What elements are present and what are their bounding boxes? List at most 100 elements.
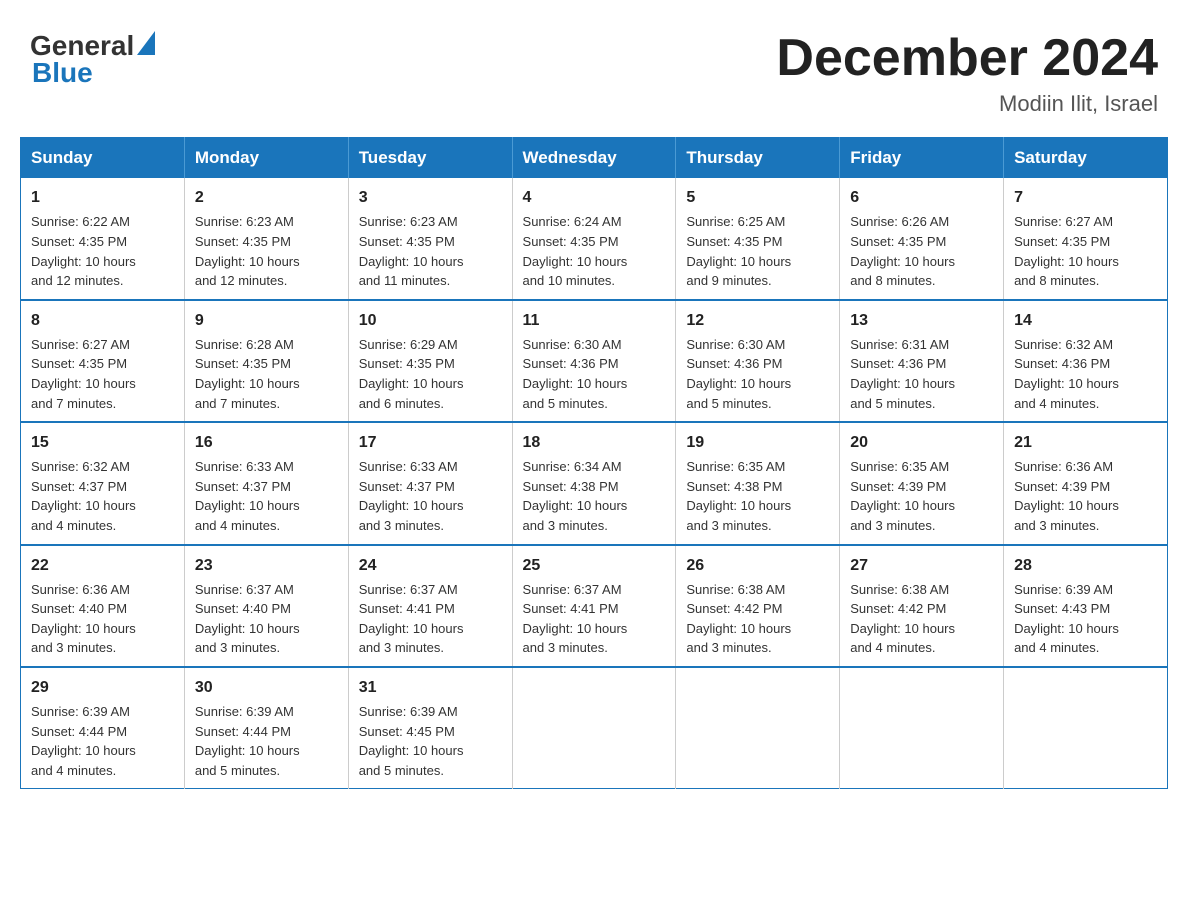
calendar-day-cell: 16 Sunrise: 6:33 AMSunset: 4:37 PMDaylig… <box>184 422 348 544</box>
calendar-week-row: 8 Sunrise: 6:27 AMSunset: 4:35 PMDayligh… <box>21 300 1168 422</box>
weekday-header-friday: Friday <box>840 138 1004 179</box>
calendar-week-row: 15 Sunrise: 6:32 AMSunset: 4:37 PMDaylig… <box>21 422 1168 544</box>
calendar-day-cell: 3 Sunrise: 6:23 AMSunset: 4:35 PMDayligh… <box>348 178 512 299</box>
day-info: Sunrise: 6:35 AMSunset: 4:38 PMDaylight:… <box>686 459 791 533</box>
day-number: 29 <box>31 676 174 699</box>
calendar-day-cell: 15 Sunrise: 6:32 AMSunset: 4:37 PMDaylig… <box>21 422 185 544</box>
calendar-day-cell <box>512 667 676 789</box>
day-info: Sunrise: 6:29 AMSunset: 4:35 PMDaylight:… <box>359 337 464 411</box>
calendar-day-cell: 10 Sunrise: 6:29 AMSunset: 4:35 PMDaylig… <box>348 300 512 422</box>
day-info: Sunrise: 6:27 AMSunset: 4:35 PMDaylight:… <box>31 337 136 411</box>
day-info: Sunrise: 6:37 AMSunset: 4:41 PMDaylight:… <box>359 582 464 656</box>
day-number: 19 <box>686 431 829 454</box>
day-info: Sunrise: 6:31 AMSunset: 4:36 PMDaylight:… <box>850 337 955 411</box>
calendar-day-cell: 31 Sunrise: 6:39 AMSunset: 4:45 PMDaylig… <box>348 667 512 789</box>
calendar-week-row: 29 Sunrise: 6:39 AMSunset: 4:44 PMDaylig… <box>21 667 1168 789</box>
calendar-day-cell: 30 Sunrise: 6:39 AMSunset: 4:44 PMDaylig… <box>184 667 348 789</box>
day-info: Sunrise: 6:35 AMSunset: 4:39 PMDaylight:… <box>850 459 955 533</box>
day-info: Sunrise: 6:23 AMSunset: 4:35 PMDaylight:… <box>359 214 464 288</box>
calendar-day-cell: 7 Sunrise: 6:27 AMSunset: 4:35 PMDayligh… <box>1004 178 1168 299</box>
calendar-day-cell: 11 Sunrise: 6:30 AMSunset: 4:36 PMDaylig… <box>512 300 676 422</box>
day-info: Sunrise: 6:26 AMSunset: 4:35 PMDaylight:… <box>850 214 955 288</box>
day-number: 5 <box>686 186 829 209</box>
weekday-header-row: SundayMondayTuesdayWednesdayThursdayFrid… <box>21 138 1168 179</box>
day-number: 6 <box>850 186 993 209</box>
day-number: 31 <box>359 676 502 699</box>
day-info: Sunrise: 6:34 AMSunset: 4:38 PMDaylight:… <box>523 459 628 533</box>
day-number: 20 <box>850 431 993 454</box>
calendar-day-cell: 4 Sunrise: 6:24 AMSunset: 4:35 PMDayligh… <box>512 178 676 299</box>
calendar-day-cell: 29 Sunrise: 6:39 AMSunset: 4:44 PMDaylig… <box>21 667 185 789</box>
calendar-day-cell: 1 Sunrise: 6:22 AMSunset: 4:35 PMDayligh… <box>21 178 185 299</box>
calendar-day-cell: 14 Sunrise: 6:32 AMSunset: 4:36 PMDaylig… <box>1004 300 1168 422</box>
calendar-day-cell: 28 Sunrise: 6:39 AMSunset: 4:43 PMDaylig… <box>1004 545 1168 667</box>
day-info: Sunrise: 6:30 AMSunset: 4:36 PMDaylight:… <box>523 337 628 411</box>
calendar-day-cell: 21 Sunrise: 6:36 AMSunset: 4:39 PMDaylig… <box>1004 422 1168 544</box>
day-info: Sunrise: 6:39 AMSunset: 4:44 PMDaylight:… <box>31 704 136 778</box>
day-number: 23 <box>195 554 338 577</box>
weekday-header-wednesday: Wednesday <box>512 138 676 179</box>
day-number: 4 <box>523 186 666 209</box>
day-info: Sunrise: 6:27 AMSunset: 4:35 PMDaylight:… <box>1014 214 1119 288</box>
day-info: Sunrise: 6:37 AMSunset: 4:41 PMDaylight:… <box>523 582 628 656</box>
day-info: Sunrise: 6:24 AMSunset: 4:35 PMDaylight:… <box>523 214 628 288</box>
day-info: Sunrise: 6:39 AMSunset: 4:43 PMDaylight:… <box>1014 582 1119 656</box>
day-number: 22 <box>31 554 174 577</box>
calendar-day-cell <box>676 667 840 789</box>
day-number: 11 <box>523 309 666 332</box>
calendar-table: SundayMondayTuesdayWednesdayThursdayFrid… <box>20 137 1168 789</box>
calendar-day-cell <box>1004 667 1168 789</box>
day-number: 3 <box>359 186 502 209</box>
day-info: Sunrise: 6:38 AMSunset: 4:42 PMDaylight:… <box>850 582 955 656</box>
weekday-header-monday: Monday <box>184 138 348 179</box>
day-info: Sunrise: 6:23 AMSunset: 4:35 PMDaylight:… <box>195 214 300 288</box>
day-number: 9 <box>195 309 338 332</box>
logo-blue-text: Blue <box>30 57 155 89</box>
day-number: 16 <box>195 431 338 454</box>
weekday-header-sunday: Sunday <box>21 138 185 179</box>
weekday-header-saturday: Saturday <box>1004 138 1168 179</box>
day-number: 8 <box>31 309 174 332</box>
day-info: Sunrise: 6:32 AMSunset: 4:37 PMDaylight:… <box>31 459 136 533</box>
calendar-day-cell: 5 Sunrise: 6:25 AMSunset: 4:35 PMDayligh… <box>676 178 840 299</box>
day-number: 21 <box>1014 431 1157 454</box>
day-info: Sunrise: 6:28 AMSunset: 4:35 PMDaylight:… <box>195 337 300 411</box>
day-number: 28 <box>1014 554 1157 577</box>
logo: General Blue <box>30 30 155 89</box>
day-info: Sunrise: 6:38 AMSunset: 4:42 PMDaylight:… <box>686 582 791 656</box>
calendar-day-cell: 2 Sunrise: 6:23 AMSunset: 4:35 PMDayligh… <box>184 178 348 299</box>
calendar-day-cell: 6 Sunrise: 6:26 AMSunset: 4:35 PMDayligh… <box>840 178 1004 299</box>
day-number: 26 <box>686 554 829 577</box>
day-number: 25 <box>523 554 666 577</box>
day-number: 7 <box>1014 186 1157 209</box>
day-info: Sunrise: 6:32 AMSunset: 4:36 PMDaylight:… <box>1014 337 1119 411</box>
logo-triangle-icon <box>137 31 155 55</box>
day-number: 27 <box>850 554 993 577</box>
day-number: 14 <box>1014 309 1157 332</box>
day-info: Sunrise: 6:25 AMSunset: 4:35 PMDaylight:… <box>686 214 791 288</box>
calendar-day-cell: 9 Sunrise: 6:28 AMSunset: 4:35 PMDayligh… <box>184 300 348 422</box>
calendar-day-cell: 8 Sunrise: 6:27 AMSunset: 4:35 PMDayligh… <box>21 300 185 422</box>
calendar-day-cell: 19 Sunrise: 6:35 AMSunset: 4:38 PMDaylig… <box>676 422 840 544</box>
day-info: Sunrise: 6:22 AMSunset: 4:35 PMDaylight:… <box>31 214 136 288</box>
day-info: Sunrise: 6:33 AMSunset: 4:37 PMDaylight:… <box>195 459 300 533</box>
calendar-day-cell: 17 Sunrise: 6:33 AMSunset: 4:37 PMDaylig… <box>348 422 512 544</box>
calendar-day-cell: 23 Sunrise: 6:37 AMSunset: 4:40 PMDaylig… <box>184 545 348 667</box>
calendar-day-cell: 25 Sunrise: 6:37 AMSunset: 4:41 PMDaylig… <box>512 545 676 667</box>
day-number: 24 <box>359 554 502 577</box>
page-header: General Blue December 2024 Modiin Ilit, … <box>20 20 1168 117</box>
calendar-day-cell: 12 Sunrise: 6:30 AMSunset: 4:36 PMDaylig… <box>676 300 840 422</box>
day-info: Sunrise: 6:33 AMSunset: 4:37 PMDaylight:… <box>359 459 464 533</box>
day-info: Sunrise: 6:37 AMSunset: 4:40 PMDaylight:… <box>195 582 300 656</box>
calendar-day-cell: 20 Sunrise: 6:35 AMSunset: 4:39 PMDaylig… <box>840 422 1004 544</box>
calendar-week-row: 22 Sunrise: 6:36 AMSunset: 4:40 PMDaylig… <box>21 545 1168 667</box>
month-title: December 2024 <box>776 30 1158 87</box>
calendar-day-cell: 27 Sunrise: 6:38 AMSunset: 4:42 PMDaylig… <box>840 545 1004 667</box>
calendar-day-cell: 22 Sunrise: 6:36 AMSunset: 4:40 PMDaylig… <box>21 545 185 667</box>
day-number: 2 <box>195 186 338 209</box>
day-number: 10 <box>359 309 502 332</box>
day-info: Sunrise: 6:36 AMSunset: 4:39 PMDaylight:… <box>1014 459 1119 533</box>
day-info: Sunrise: 6:30 AMSunset: 4:36 PMDaylight:… <box>686 337 791 411</box>
calendar-day-cell: 13 Sunrise: 6:31 AMSunset: 4:36 PMDaylig… <box>840 300 1004 422</box>
day-number: 15 <box>31 431 174 454</box>
